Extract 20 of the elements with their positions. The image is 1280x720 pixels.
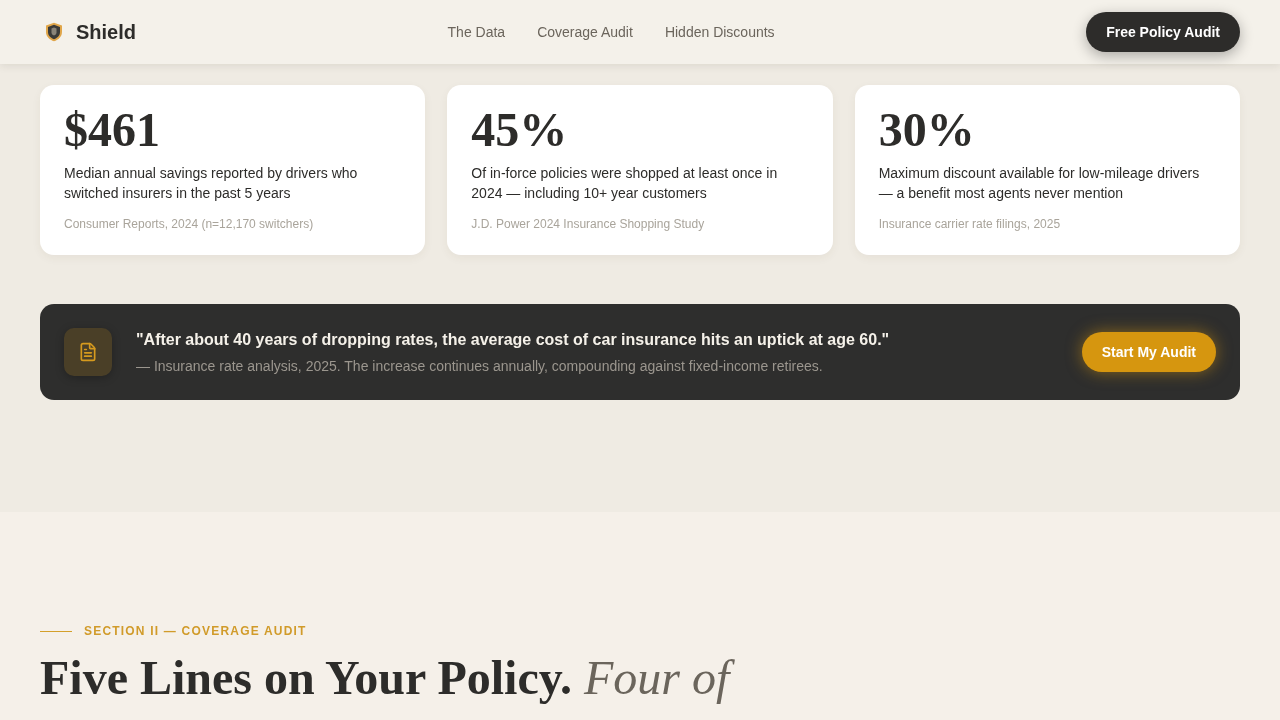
nav-link[interactable]: The Data — [447, 24, 506, 40]
stat-value: 45% — [471, 106, 569, 154]
quote-text: "After about 40 years of dropping rates, the average cost of car insurance hits an uptick at age 60." — [136, 329, 891, 350]
stat-value: 30% — [878, 106, 976, 154]
stat-source: Insurance carrier rate filings, 2025 — [878, 216, 1062, 232]
document-icon — [64, 328, 112, 376]
nav-link[interactable]: Hidden Discounts — [664, 24, 775, 40]
stat-source: Consumer Reports, 2024 (n=12,170 switchers) — [64, 216, 315, 232]
stat-source: J.D. Power 2024 Insurance Shopping Study — [471, 216, 706, 232]
section-heading: Five Lines on Your Policy. Four of — [40, 652, 1240, 704]
section-label: SECTION II — COVERAGE AUDIT — [84, 623, 307, 639]
nav-link[interactable]: Coverage Audit — [537, 24, 633, 40]
free-policy-audit-button[interactable]: Free Policy Audit — [1086, 12, 1240, 52]
shield-logo-icon — [45, 22, 63, 42]
brand-name: Shield — [76, 20, 136, 44]
stat-value: $461 — [64, 106, 161, 154]
stat-description: Median annual savings reported by drivers who switched insurers in the past 5 years — [64, 164, 359, 203]
stat-description: Of in-force policies were shopped at least once in 2024 — including 10+ year customers — [471, 164, 779, 203]
stat-description: Maximum discount available for low-mileage drivers — a benefit most agents never mention — [878, 164, 1201, 203]
quote-attribution: — Insurance rate analysis, 2025. The increase continues annually, compounding against fixed-income retirees. — [136, 356, 824, 375]
